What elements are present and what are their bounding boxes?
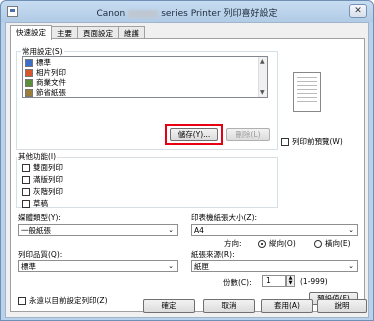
printer-preferences-window: Canon series Printer 列印喜好設定 ✕ 快速設定 主要 頁面設… [0,0,374,321]
paper-saving-icon [25,88,33,97]
print-quality-value: 標準 [21,261,36,271]
checkbox-box[interactable] [22,187,30,196]
copies-input[interactable]: 1 [262,275,286,287]
business-document-icon [25,78,33,87]
always-print-checkbox[interactable]: 永遠以目前設定列印(Z) [18,295,108,306]
preview-before-print-label: 列印前預覽(W) [292,137,343,146]
media-type-label: 媒體類型(Y): [18,213,61,222]
printer-paper-size-label: 印表機紙張大小(Z): [191,213,258,222]
duplex-checkbox[interactable]: 雙面列印 [22,162,63,173]
delete-button[interactable]: 刪除(L) [226,128,270,141]
common-settings-list[interactable]: 標準 相片列印 商業文件 節省紙張 ▲ ▼ [22,56,268,98]
media-type-select[interactable]: 一般紙張 ⌄ [18,224,178,236]
landscape-radio[interactable]: 橫向(E) [314,238,351,249]
tab-quick-setup[interactable]: 快速設定 [10,25,52,40]
list-item-business[interactable]: 商業文件 [25,78,66,87]
grayscale-checkbox[interactable]: 灰階列印 [22,186,63,197]
close-icon: ✕ [354,6,362,16]
close-button[interactable]: ✕ [349,4,367,18]
chevron-down-icon: ⌄ [348,262,354,270]
list-item-paper-saving[interactable]: 節省紙張 [25,88,66,97]
checkbox-box[interactable] [22,199,30,208]
stepper-down-icon[interactable]: ▼ [289,280,293,286]
save-button-highlight [165,124,223,145]
window-title: Canon series Printer 列印喜好設定 [1,6,373,19]
portrait-radio[interactable]: 縱向(O) [258,238,296,249]
printer-paper-size-select[interactable]: A4 ⌄ [191,224,358,236]
print-quality-select[interactable]: 標準 ⌄ [18,260,178,272]
printer-paper-size-value: A4 [194,225,204,235]
list-item-standard[interactable]: 標準 [25,58,51,67]
scroll-up-icon[interactable]: ▲ [260,58,265,65]
borderless-checkbox[interactable]: 滿版列印 [22,174,63,185]
radio-dot[interactable] [314,239,322,248]
checkbox-box[interactable] [281,137,289,146]
print-quality-label: 列印品質(Q): [18,250,63,259]
window-title-prefix: Canon [96,9,126,19]
chevron-down-icon: ⌄ [168,262,174,270]
copies-stepper[interactable]: ▲ ▼ [286,275,295,287]
checkbox-box[interactable] [22,175,30,184]
chevron-down-icon: ⌄ [348,226,354,234]
preview-line [297,97,317,98]
preview-before-print-checkbox[interactable]: 列印前預覽(W) [281,136,343,147]
duplex-label: 雙面列印 [33,163,63,172]
copies-label: 份數(C): [223,278,252,287]
ok-button[interactable]: 確定 [143,299,195,313]
paper-source-value: 紙匣 [194,261,209,271]
orientation-label: 方向: [224,239,242,248]
chevron-down-icon: ⌄ [168,226,174,234]
apply-button[interactable]: 套用(A) [261,299,313,313]
draft-label: 草稿 [33,199,48,208]
grayscale-label: 灰階列印 [33,187,63,196]
redacted-model-name [128,9,159,18]
list-scrollbar[interactable]: ▲ ▼ [258,57,267,97]
always-print-label: 永遠以目前設定列印(Z) [29,296,108,305]
help-button[interactable]: 說明 [317,299,367,313]
preview-line [297,77,317,78]
paper-source-select[interactable]: 紙匣 ⌄ [191,260,358,272]
standard-icon [25,58,33,67]
paper-source-label: 紙張來源(R): [191,250,235,259]
quick-setup-panel: 常用設定(S) 標準 相片列印 商業文件 節省紙張 ▲ ▼ 儲存(Y)... 刪… [10,38,365,312]
preview-line [297,85,317,86]
photo-icon [25,68,33,77]
list-item-label: 節省紙張 [36,88,66,97]
list-item-photo[interactable]: 相片列印 [25,68,66,77]
cancel-button[interactable]: 取消 [203,299,255,313]
borderless-label: 滿版列印 [33,175,63,184]
radio-dot[interactable] [258,239,266,248]
preview-line [297,93,317,94]
preview-line [297,101,317,102]
landscape-label: 橫向(E) [325,239,351,248]
portrait-label: 縱向(O) [269,239,296,248]
checkbox-box[interactable] [18,296,26,305]
scroll-down-icon[interactable]: ▼ [260,89,265,96]
draft-checkbox[interactable]: 草稿 [22,198,48,209]
checkbox-box[interactable] [22,163,30,172]
tab-bar: 快速設定 主要 頁面設定 維護 [10,25,145,40]
paper-preview-image [293,72,321,112]
dialog-body: 快速設定 主要 頁面設定 維護 常用設定(S) 標準 相片列印 商業文件 節省紙… [5,22,369,318]
media-type-value: 一般紙張 [21,225,51,235]
window-title-suffix: series Printer 列印喜好設定 [161,9,278,19]
preview-line [297,89,317,90]
additional-features-label: 其他功能(I) [17,151,58,162]
title-bar: Canon series Printer 列印喜好設定 ✕ [1,1,373,22]
copies-range: (1-999) [300,277,328,286]
preview-line [297,81,317,82]
